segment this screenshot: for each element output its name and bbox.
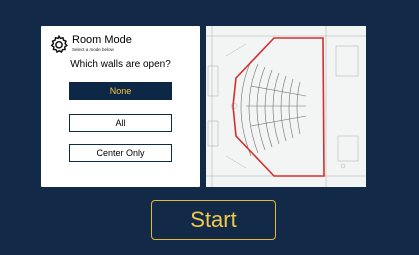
page-subtitle: Select a mode below xyxy=(72,47,114,52)
page-title: Room Mode xyxy=(72,34,132,46)
room-mode-header: Room Mode Select a mode below xyxy=(48,34,198,60)
start-button[interactable]: Start xyxy=(151,200,276,240)
option-none-button[interactable]: None xyxy=(69,82,172,100)
walls-question: Which walls are open? xyxy=(70,59,171,70)
floor-plan xyxy=(206,26,366,187)
room-mode-panel: Room Mode Select a mode below Which wall… xyxy=(41,26,200,187)
floor-plan-drawing xyxy=(206,26,366,187)
option-all-button[interactable]: All xyxy=(69,114,172,132)
option-center-only-button[interactable]: Center Only xyxy=(69,144,172,162)
gear-icon xyxy=(50,34,68,54)
